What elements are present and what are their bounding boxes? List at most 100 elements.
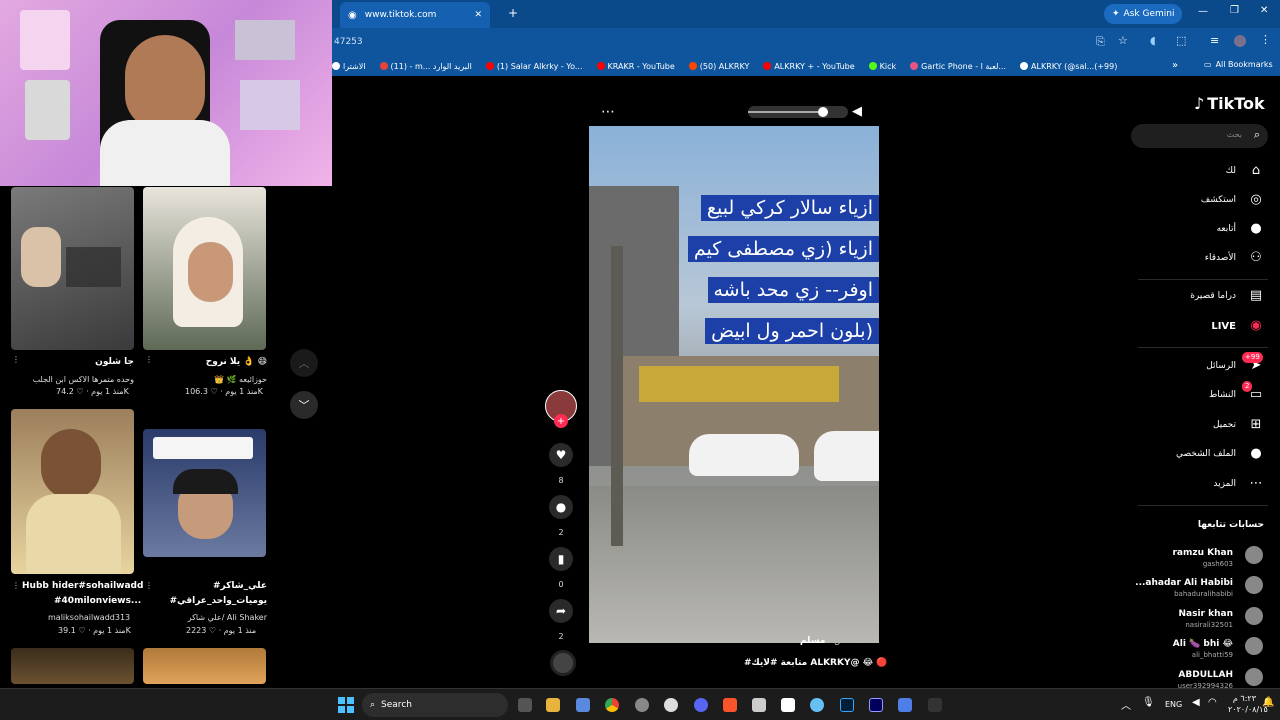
bookmarks-overflow-icon[interactable]: » <box>1172 60 1178 71</box>
share-button[interactable]: ➦ <box>549 599 573 623</box>
feed-title-3b[interactable]: #40milonviews... <box>54 596 141 606</box>
app-icon[interactable] <box>928 698 942 712</box>
app-icon[interactable] <box>898 698 912 712</box>
avatar[interactable] <box>1245 546 1263 564</box>
tiktok-logo[interactable]: ♪ TikTok <box>1194 94 1265 113</box>
windows-start-icon[interactable] <box>338 697 354 713</box>
minimize-icon[interactable]: — <box>1198 6 1208 17</box>
media-icon[interactable]: ≡ <box>1210 34 1219 47</box>
profile-avatar-icon[interactable] <box>1234 35 1246 47</box>
sidebar-item[interactable]: المزيد <box>1213 479 1236 489</box>
photoshop-icon[interactable] <box>840 698 854 712</box>
new-tab-icon[interactable]: + <box>508 6 518 20</box>
feed-title-3[interactable]: Hubb hider#sohailwadd <box>22 581 143 591</box>
feed-thumbnail-5[interactable] <box>11 648 134 684</box>
avatar-icon[interactable]: ● <box>1248 221 1264 237</box>
sidebar-item[interactable]: الملف الشخصي <box>1176 449 1236 459</box>
bookmark-item[interactable]: ALKRKY (@sal...(+99) <box>1020 62 1117 71</box>
menu-icon[interactable]: ⋮ <box>1260 33 1271 46</box>
sidebar-item[interactable]: لك <box>1226 166 1236 176</box>
plus-icon[interactable]: ⊞ <box>1248 417 1264 433</box>
sidebar-item[interactable]: أتابعه <box>1217 224 1236 234</box>
friends-icon[interactable]: ⚇ <box>1248 250 1264 266</box>
more-options-icon[interactable]: ⋮ <box>145 355 153 364</box>
following-account-name[interactable]: ramzu Khan <box>1172 548 1233 558</box>
notification-icon[interactable]: 🔔 <box>1262 697 1274 708</box>
close-tab-icon[interactable]: ✕ <box>474 10 482 20</box>
bookmark-item[interactable]: (11) - m... البريد الوارد <box>379 62 472 71</box>
sidebar-item[interactable]: استكشف <box>1201 195 1236 205</box>
star-icon[interactable]: ☆ <box>1118 34 1128 47</box>
browser-tab[interactable]: ◉ www.tiktok.com ✕ <box>340 2 490 28</box>
avatar[interactable] <box>1245 637 1263 655</box>
home-icon[interactable]: ⌂ <box>1248 163 1264 179</box>
microphone-icon[interactable]: 🎙 <box>1142 697 1155 708</box>
bookmark-item[interactable]: (1) Salar Alkrky - Yo... <box>485 62 583 71</box>
bookmark-item[interactable]: KRAKR - YouTube <box>596 62 675 71</box>
drama-icon[interactable]: ▤ <box>1248 288 1264 304</box>
volume-icon[interactable]: ◀ <box>1192 697 1200 708</box>
video-author[interactable]: مسلم <box>800 636 825 646</box>
scroll-down-button[interactable]: ﹀ <box>290 391 318 419</box>
feed-title-1[interactable]: جا شلون <box>95 357 134 367</box>
follow-button[interactable]: + <box>554 414 568 428</box>
avatar[interactable] <box>1245 607 1263 625</box>
live-icon[interactable]: ◉ <box>1248 318 1264 334</box>
feed-thumbnail-1[interactable] <box>11 187 134 350</box>
bookmark-item[interactable]: الاشترا <box>332 62 366 71</box>
more-options-icon[interactable]: ⋮ <box>12 581 20 590</box>
task-view-icon[interactable] <box>518 698 532 712</box>
close-window-icon[interactable]: ✕ <box>1260 5 1268 16</box>
ask-gemini-button[interactable]: ✦ Ask Gemini <box>1104 4 1183 24</box>
app-icon[interactable] <box>752 698 766 712</box>
sidebar-item[interactable]: دراما قصيرة <box>1190 291 1236 301</box>
feed-title-2[interactable]: يلا نروح 👌 😄 <box>206 357 267 367</box>
app-icon[interactable] <box>635 698 649 712</box>
like-button[interactable]: ♥ <box>549 443 573 467</box>
sound-disc[interactable] <box>550 650 576 676</box>
feed-thumbnail-2[interactable] <box>143 187 266 350</box>
feed-thumbnail-3[interactable] <box>11 409 134 574</box>
feed-title-4b[interactable]: #يوميات_واحد_عراقي <box>170 596 267 606</box>
clock[interactable]: ٦:٢٣ م ٢٠٢٠/٠٨/١٥ <box>1228 693 1268 715</box>
volume-icon[interactable]: ◀ <box>852 104 862 119</box>
restore-icon[interactable]: ❐ <box>1230 5 1239 16</box>
sidebar-item[interactable]: LIVE <box>1211 321 1236 332</box>
avatar[interactable] <box>1245 576 1263 594</box>
language-indicator[interactable]: ENG <box>1165 700 1182 709</box>
extensions-icon[interactable]: ⬚ <box>1176 34 1186 47</box>
chrome-icon[interactable] <box>605 698 619 712</box>
bookmark-item[interactable]: Gartic Phone - لعبة ا... <box>910 62 1006 71</box>
audio-icon[interactable]: ◖ <box>1150 34 1156 47</box>
video-caption[interactable]: #متابعة #لايك ALKRKY@ 😂 🔴 <box>744 658 887 668</box>
sidebar-item[interactable]: الرسائل <box>1206 361 1236 371</box>
profile-icon[interactable]: ● <box>1248 446 1264 462</box>
sidebar-item[interactable]: تحميل <box>1213 420 1236 430</box>
discord-icon[interactable] <box>694 698 708 712</box>
following-account-name[interactable]: ...ahadar Ali Habibi <box>1135 578 1233 588</box>
feed-title-4[interactable]: #علي_شاكر <box>213 581 267 591</box>
volume-slider[interactable] <box>748 106 848 118</box>
all-bookmarks-button[interactable]: ▭ All Bookmarks <box>1204 60 1273 69</box>
taskbar-search[interactable]: ⌕ Search <box>362 693 508 717</box>
steam-icon[interactable] <box>810 698 824 712</box>
feed-thumbnail-4[interactable] <box>143 429 266 557</box>
following-account-name[interactable]: Ali 🍆 bhi 😂 <box>1173 639 1233 649</box>
comment-button[interactable]: ● <box>549 495 573 519</box>
obs-icon[interactable] <box>664 698 678 712</box>
more-icon[interactable]: ⋯ <box>1248 476 1264 492</box>
volume-knob[interactable] <box>818 107 828 117</box>
more-options-icon[interactable]: ⋮ <box>12 355 20 364</box>
wifi-icon[interactable]: ◠ <box>1208 697 1217 708</box>
address-bar[interactable]: 47253 ⎘ ☆ ◖ ⬚ ≡ ⋮ <box>332 28 1280 56</box>
translate-icon[interactable]: ⎘ <box>1096 35 1105 49</box>
more-options-icon[interactable]: ⋮ <box>145 581 153 590</box>
bookmark-item[interactable]: Kick <box>868 62 896 71</box>
following-account-name[interactable]: Nasir khan <box>1179 609 1234 619</box>
compass-icon[interactable]: ◎ <box>1248 192 1264 208</box>
video-player[interactable]: ازياء سالار كركي لبيع ازياء (زي مصطفى كي… <box>589 126 879 643</box>
sidebar-item[interactable]: الأصدقاء <box>1205 253 1236 263</box>
bookmark-item[interactable]: ALKRKY + - YouTube <box>763 62 855 71</box>
more-options-icon[interactable]: ⋯ <box>601 104 615 120</box>
search-input[interactable]: بحث ⌕ <box>1131 124 1268 148</box>
